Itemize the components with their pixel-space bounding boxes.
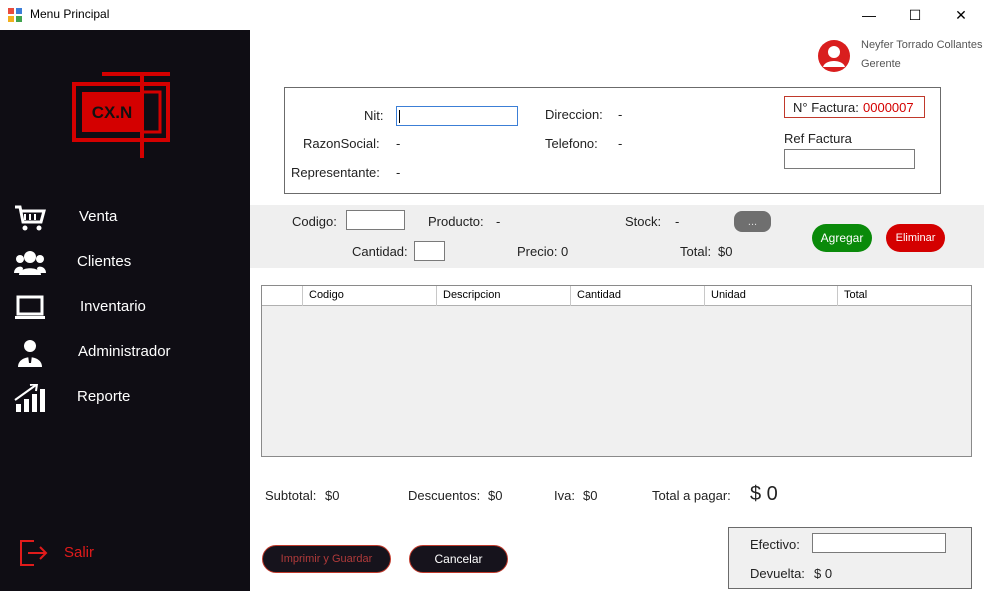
codigo-input[interactable] <box>346 210 405 230</box>
column-header[interactable]: Codigo <box>303 286 437 306</box>
devuelta-label: Devuelta: <box>750 566 805 581</box>
cantidad-label: Cantidad: <box>352 244 408 259</box>
title-bar: Menu Principal — ☐ ✕ <box>0 0 984 30</box>
delete-button[interactable]: Eliminar <box>886 224 945 252</box>
column-header[interactable]: Total <box>838 286 971 306</box>
efectivo-label: Efectivo: <box>750 537 800 552</box>
sidebar-item-venta[interactable]: Venta <box>0 198 250 238</box>
subtotal-value: $0 <box>325 488 340 503</box>
window-title: Menu Principal <box>30 7 110 21</box>
cantidad-input[interactable] <box>414 241 445 261</box>
iva-value: $0 <box>583 488 598 503</box>
factura-label: N° Factura: <box>793 100 859 115</box>
total-label: Total: <box>680 244 712 259</box>
stock-value: - <box>675 214 680 229</box>
sidebar-item-label: Clientes <box>77 253 132 270</box>
cart-icon <box>15 205 46 231</box>
text-caret <box>399 110 400 123</box>
users-icon <box>14 251 46 275</box>
sidebar-item-label: Venta <box>79 208 118 225</box>
sidebar-item-label: Inventario <box>80 298 146 315</box>
user-avatar-icon <box>818 40 850 72</box>
sidebar: CX.N Venta Clientes Inventario Administr… <box>0 30 250 591</box>
admin-icon <box>18 340 42 367</box>
razon-social-label: RazonSocial: <box>303 136 380 151</box>
column-header[interactable]: Unidad <box>705 286 838 306</box>
search-product-button[interactable]: ... <box>734 211 771 232</box>
subtotal-label: Subtotal: <box>265 488 317 503</box>
razon-social-value: - <box>396 136 401 151</box>
sidebar-item-administrador[interactable]: Administrador <box>0 333 250 373</box>
sidebar-item-inventario[interactable]: Inventario <box>0 288 250 328</box>
descuentos-value: $0 <box>488 488 503 503</box>
print-save-button[interactable]: Imprimir y Guardar <box>262 545 391 573</box>
ref-factura-input[interactable] <box>784 149 915 169</box>
cancel-button[interactable]: Cancelar <box>409 545 508 573</box>
stock-label: Stock: <box>625 214 662 229</box>
factura-number-box: N° Factura: 0000007 <box>784 96 925 118</box>
devuelta-value: $ 0 <box>814 566 833 581</box>
sidebar-item-reporte[interactable]: Reporte <box>0 378 250 418</box>
column-header[interactable]: Cantidad <box>571 286 705 306</box>
direccion-label: Direccion: <box>545 107 603 122</box>
minimize-button[interactable]: — <box>846 0 892 30</box>
maximize-icon: ☐ <box>908 6 922 23</box>
user-role: Gerente <box>861 58 901 70</box>
representante-label: Representante: <box>291 165 380 180</box>
laptop-icon <box>15 295 45 319</box>
telefono-value: - <box>618 136 623 151</box>
items-table[interactable]: Codigo Descripcion Cantidad Unidad Total <box>261 285 972 457</box>
telefono-label: Telefono: <box>545 136 598 151</box>
app-icon <box>8 8 22 22</box>
column-header[interactable]: Descripcion <box>437 286 571 306</box>
minimize-icon: — <box>862 7 876 23</box>
descuentos-label: Descuentos: <box>408 488 481 503</box>
close-icon: ✕ <box>955 6 967 23</box>
company-logo: CX.N <box>72 72 170 158</box>
table-header: Codigo Descripcion Cantidad Unidad Total <box>262 286 971 306</box>
sidebar-item-clientes[interactable]: Clientes <box>0 243 250 283</box>
sidebar-item-label: Reporte <box>77 388 131 405</box>
precio-value: 0 <box>561 244 569 259</box>
representante-value: - <box>396 165 401 180</box>
iva-label: Iva: <box>554 488 575 503</box>
producto-value: - <box>496 214 501 229</box>
nit-label: Nit: <box>364 108 384 123</box>
logo-text: CX.N <box>92 103 133 122</box>
total-pagar-label: Total a pagar: <box>652 488 731 503</box>
chart-icon <box>14 384 45 412</box>
factura-number: 0000007 <box>863 100 914 115</box>
direccion-value: - <box>618 107 623 122</box>
sidebar-item-label: Administrador <box>78 343 171 360</box>
ref-factura-label: Ref Factura <box>784 131 852 146</box>
user-name: Neyfer Torrado Collantes <box>861 39 983 51</box>
payment-panel: Efectivo: Devuelta: $ 0 <box>728 527 972 589</box>
close-button[interactable]: ✕ <box>938 0 984 30</box>
producto-label: Producto: <box>428 214 484 229</box>
precio-label: Precio: <box>517 244 558 259</box>
efectivo-input[interactable] <box>812 533 946 553</box>
nit-input[interactable] <box>396 106 518 126</box>
exit-icon <box>20 540 48 566</box>
total-value: $0 <box>718 244 733 259</box>
exit-label: Salir <box>64 544 95 561</box>
exit-button[interactable]: Salir <box>0 530 250 576</box>
add-button[interactable]: Agregar <box>812 224 872 252</box>
total-pagar-value: $ 0 <box>750 483 778 505</box>
maximize-button[interactable]: ☐ <box>892 0 938 30</box>
row-header-column <box>262 286 303 306</box>
codigo-label: Codigo: <box>292 214 337 229</box>
